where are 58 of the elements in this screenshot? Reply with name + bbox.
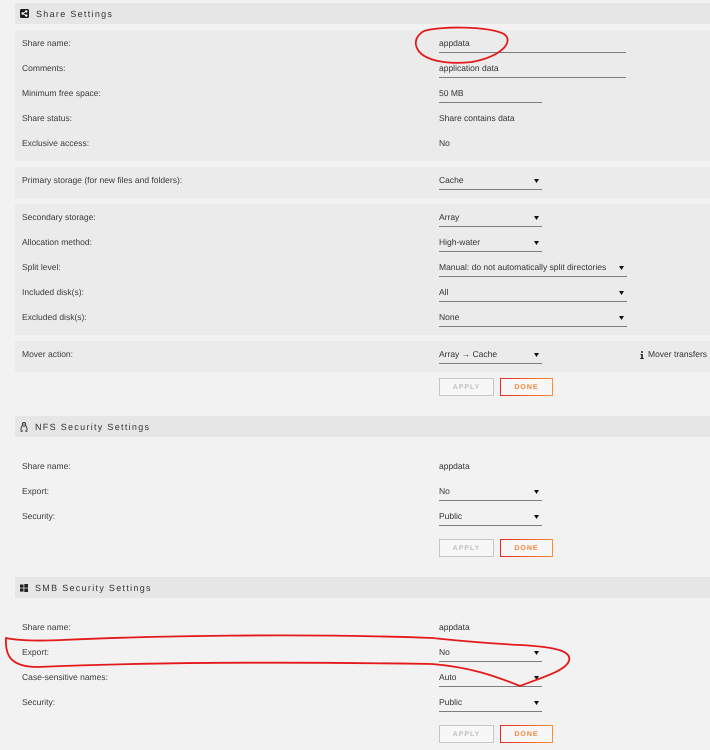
field-label: Minimum free space: bbox=[22, 88, 101, 100]
field-value: appdata bbox=[439, 461, 471, 473]
caret-icon bbox=[534, 676, 539, 680]
field-label: Share name: bbox=[22, 622, 71, 634]
dropdown[interactable]: Array bbox=[439, 212, 542, 227]
field-label: Export: bbox=[22, 486, 49, 498]
dropdown[interactable]: Auto bbox=[439, 672, 542, 687]
caret-icon bbox=[619, 290, 624, 294]
field-label: Exclusive access: bbox=[22, 138, 90, 150]
caret-icon bbox=[534, 490, 539, 494]
field-label: Comments: bbox=[22, 63, 66, 75]
dropdown[interactable]: No bbox=[439, 647, 542, 662]
penguin-icon bbox=[20, 422, 28, 432]
caret-icon bbox=[534, 240, 539, 244]
field-label: Export: bbox=[22, 647, 49, 659]
dropdown[interactable]: Cache bbox=[439, 175, 542, 190]
field-label: Excluded disk(s): bbox=[22, 312, 87, 324]
dropdown[interactable]: High-water bbox=[439, 237, 542, 252]
section-title: SMB Security Settings bbox=[35, 582, 152, 592]
dropdown[interactable]: No bbox=[439, 486, 542, 501]
caret-icon bbox=[534, 352, 539, 356]
share-icon bbox=[20, 9, 29, 18]
four-squares-icon bbox=[20, 584, 28, 592]
section-title: Share Settings bbox=[36, 8, 114, 18]
field-label: Secondary storage: bbox=[22, 212, 96, 224]
caret-icon bbox=[534, 700, 539, 704]
field-label: Primary storage (for new files and folders): bbox=[22, 175, 182, 187]
hint-text: Mover transfers bbox=[648, 349, 708, 360]
field-value: No bbox=[439, 138, 451, 150]
caret-icon bbox=[619, 316, 624, 320]
field-value: appdata bbox=[439, 622, 471, 634]
info-icon bbox=[640, 350, 644, 358]
field-label: Security: bbox=[22, 511, 56, 523]
field-label: Share name: bbox=[22, 38, 71, 50]
field-label: Split level: bbox=[22, 262, 61, 274]
caret-icon bbox=[534, 650, 539, 654]
field-value: Share contains data bbox=[439, 113, 516, 125]
field-label: Share name: bbox=[22, 461, 71, 473]
field-label: Security: bbox=[22, 697, 56, 709]
dropdown[interactable]: Public bbox=[439, 697, 542, 712]
dropdown[interactable]: Manual: do not automatically split directories bbox=[439, 262, 627, 277]
field-label: Case-sensitive names: bbox=[22, 672, 108, 684]
field-label: Included disk(s): bbox=[22, 287, 84, 299]
caret-icon bbox=[534, 216, 539, 220]
text-field[interactable]: application data bbox=[439, 63, 626, 78]
dropdown[interactable]: All bbox=[439, 287, 627, 302]
field-label: Share status: bbox=[22, 113, 72, 125]
dropdown[interactable]: None bbox=[439, 312, 627, 327]
field-label: Allocation method: bbox=[22, 237, 92, 249]
caret-icon bbox=[619, 266, 624, 270]
caret-icon bbox=[534, 514, 539, 518]
text-field[interactable]: 50 MB bbox=[439, 88, 542, 103]
caret-icon bbox=[534, 178, 539, 182]
text-field[interactable]: appdata bbox=[439, 38, 626, 53]
dropdown[interactable]: Array → Cache bbox=[439, 349, 542, 364]
field-label: Mover action: bbox=[22, 349, 74, 361]
dropdown[interactable]: Public bbox=[439, 511, 542, 526]
section-title: NFS Security Settings bbox=[35, 422, 150, 432]
